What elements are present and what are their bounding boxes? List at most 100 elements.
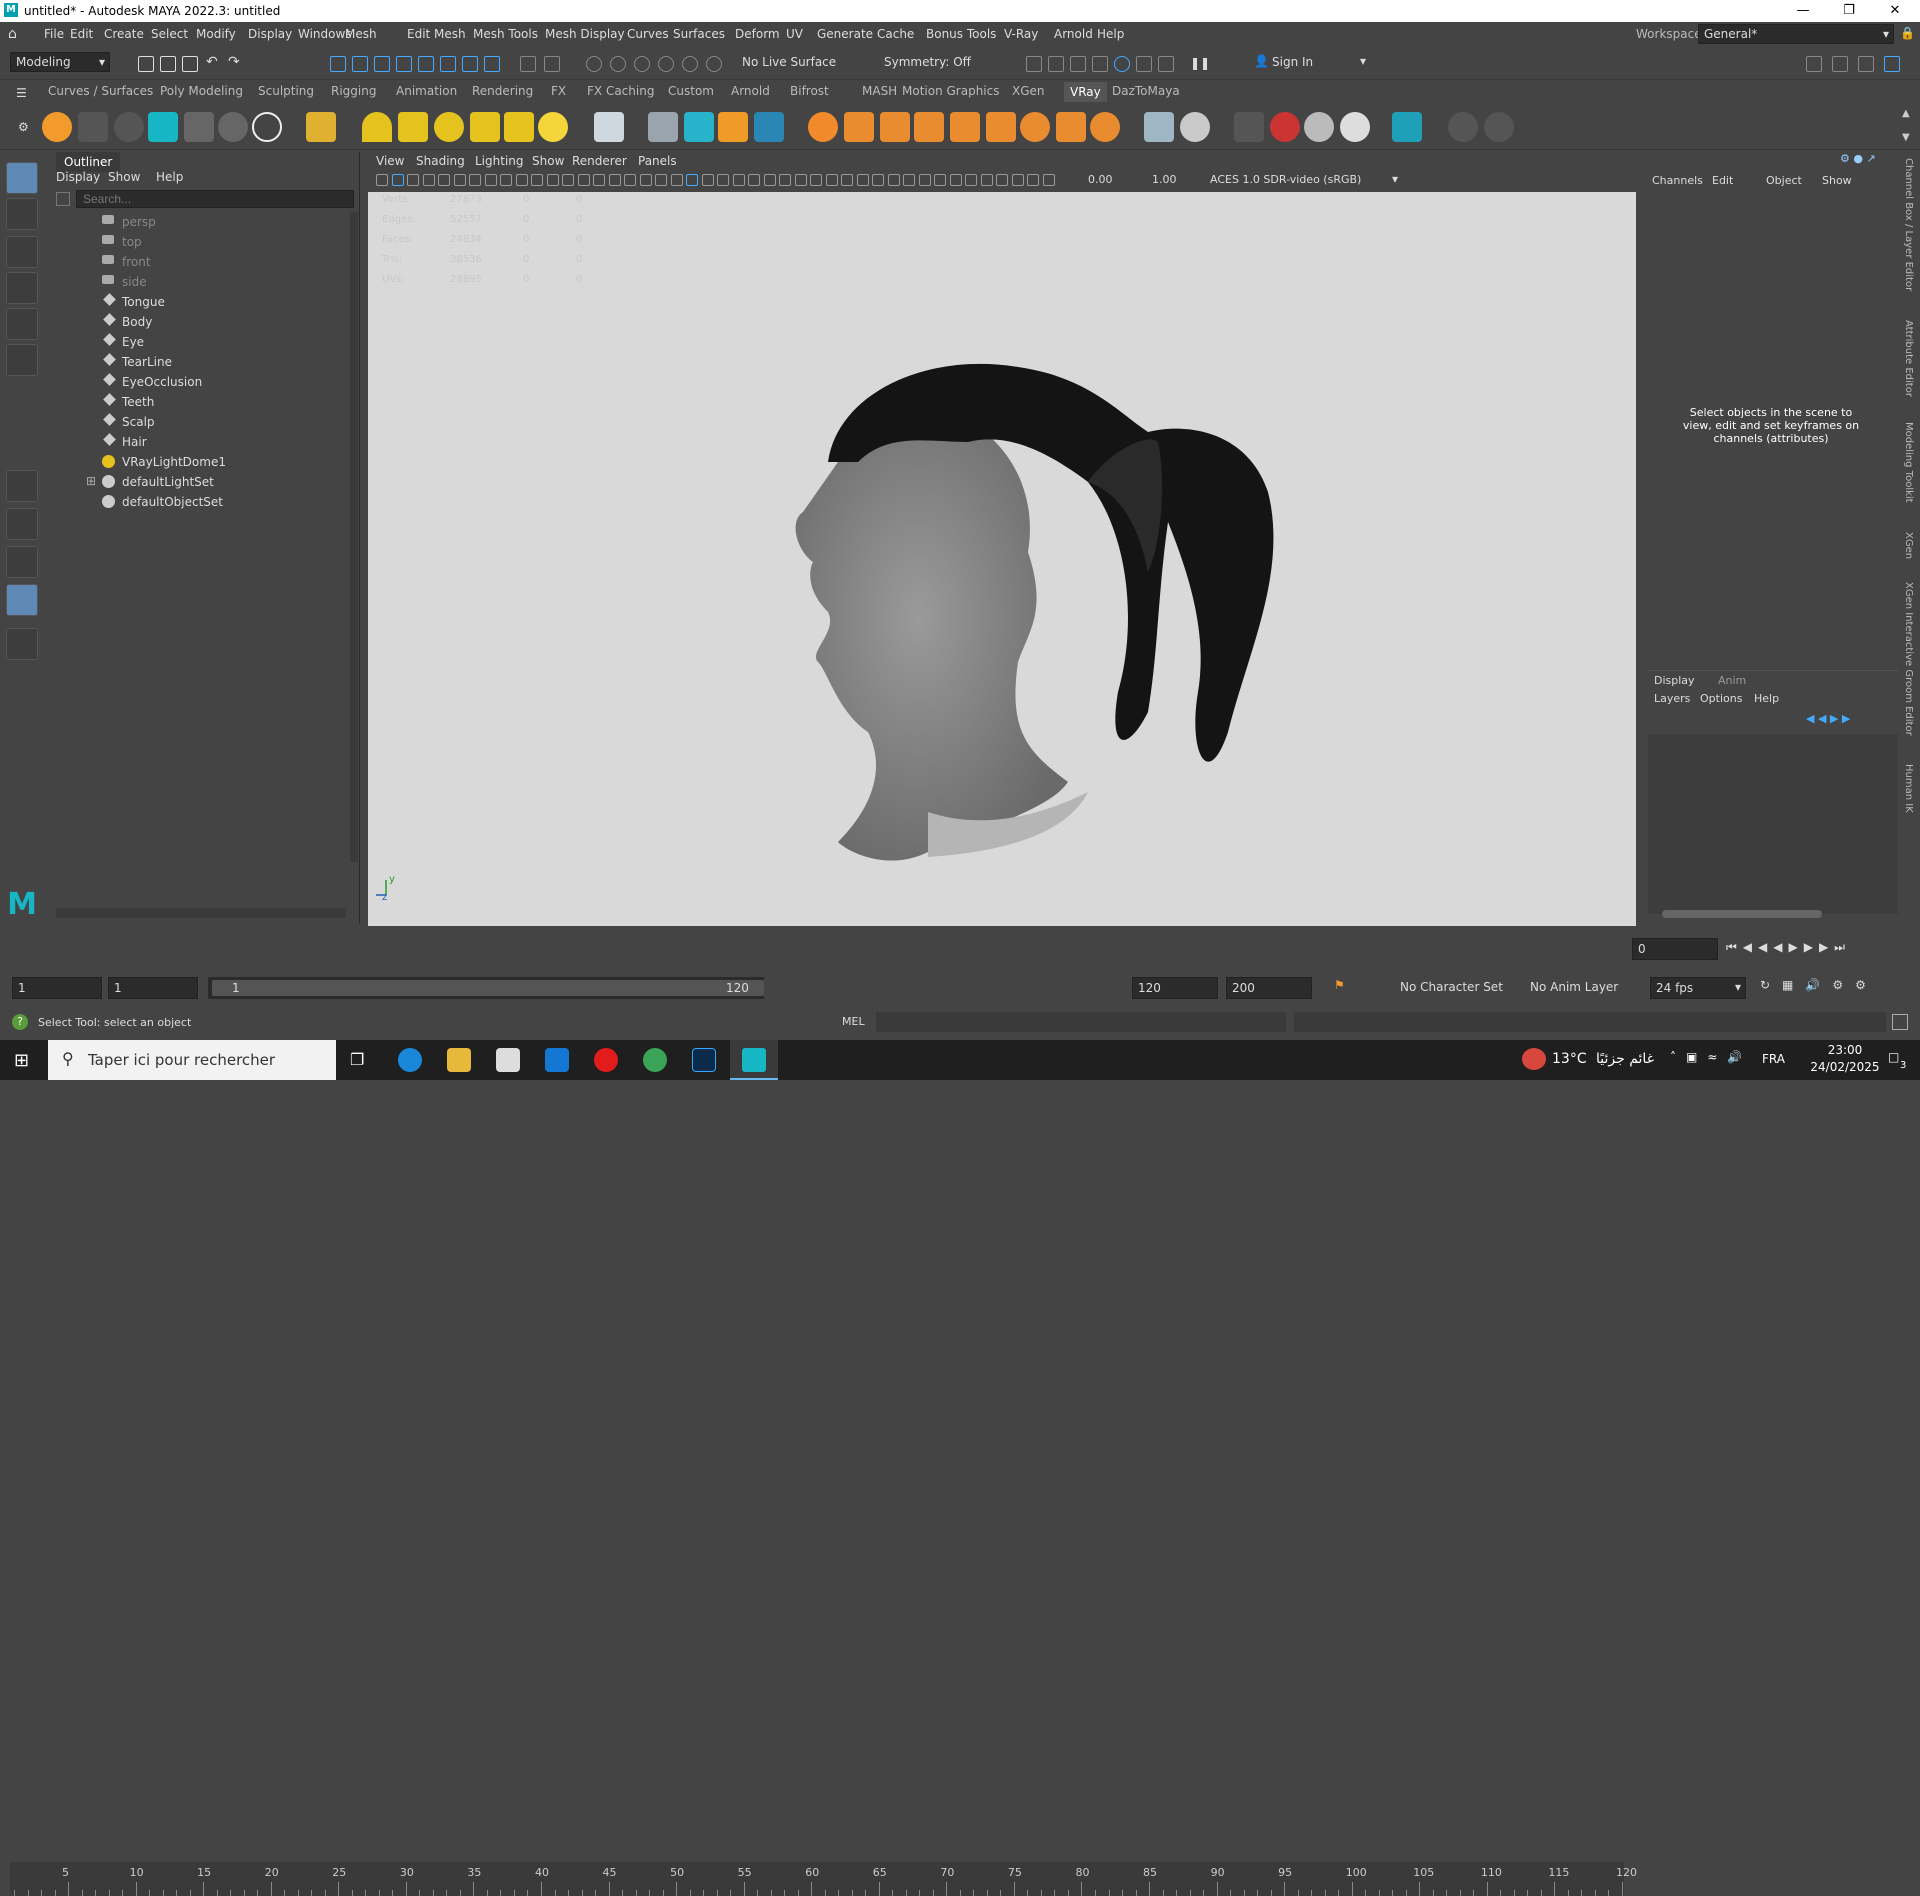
viewport-tool-icon[interactable]	[1027, 174, 1039, 186]
outliner-item[interactable]: Hair	[102, 432, 332, 452]
store-icon[interactable]	[496, 1048, 520, 1072]
viewport-menu-view[interactable]: View	[376, 154, 404, 168]
dome-light-icon[interactable]	[362, 112, 392, 142]
outliner-item[interactable]: Eye	[102, 332, 332, 352]
notification-icon[interactable]: □	[1888, 1050, 1899, 1064]
viewport-tool-icon[interactable]	[1042, 174, 1055, 186]
viewport-tool-icon[interactable]	[438, 174, 450, 186]
viewport-tool-icon[interactable]	[407, 174, 419, 186]
outliner-layout-icon[interactable]	[6, 584, 38, 616]
workspace-dropdown[interactable]: General* ▾	[1698, 24, 1894, 44]
viewport-tool-icon[interactable]	[655, 174, 667, 186]
viewport-tool-icon[interactable]	[949, 174, 962, 186]
shelf-tab-fx[interactable]: FX	[551, 84, 566, 98]
vray-cone-icon[interactable]	[1144, 112, 1174, 142]
aperture-icon[interactable]	[252, 112, 282, 142]
menu-set-dropdown[interactable]: Modeling ▾	[10, 52, 110, 72]
outliner-item[interactable]: front	[102, 252, 332, 272]
menu-bonus-tools[interactable]: Bonus Tools	[926, 27, 996, 41]
shelf-tab-curves-surfaces[interactable]: Curves / Surfaces	[48, 84, 153, 98]
shelf-tab-rigging[interactable]: Rigging	[331, 84, 376, 98]
ipr-render-icon[interactable]	[1070, 56, 1086, 72]
layer-tab-display[interactable]: Display	[1654, 674, 1695, 687]
layer-list[interactable]	[1648, 734, 1898, 914]
snap-to-grid-icon[interactable]	[396, 56, 412, 72]
arnold-icon[interactable]	[42, 112, 72, 142]
live-surface-label[interactable]: No Live Surface	[742, 55, 836, 69]
viewport-tool-icon[interactable]	[856, 174, 869, 186]
weather-description[interactable]: غائم جزئيًا	[1596, 1051, 1654, 1067]
edge-icon[interactable]	[398, 1048, 422, 1072]
anim-layer-dropdown[interactable]: No Anim Layer	[1530, 980, 1618, 994]
vray-resize-icon[interactable]	[1392, 112, 1422, 142]
render-view-icon[interactable]	[1092, 56, 1108, 72]
menu-mesh-tools[interactable]: Mesh Tools	[473, 27, 538, 41]
outliner-menu-display[interactable]: Display	[56, 170, 100, 184]
shelf-tab-animation[interactable]: Animation	[396, 84, 457, 98]
vray-proxy-icon[interactable]	[648, 112, 678, 142]
select-by-component-icon[interactable]	[374, 56, 390, 72]
opera-icon[interactable]	[594, 1048, 618, 1072]
viewport-tool-icon[interactable]	[469, 174, 481, 186]
viewport-tool-icon[interactable]	[748, 174, 760, 186]
viewport-tool-icon[interactable]	[484, 174, 497, 186]
minimize-button[interactable]: —	[1780, 0, 1826, 22]
vray-palette-icon[interactable]	[1340, 112, 1370, 142]
chrome-icon[interactable]	[643, 1048, 667, 1072]
head-icon[interactable]	[114, 112, 144, 142]
weather-icon[interactable]	[1522, 1048, 1546, 1070]
vray-cloud-icon[interactable]	[1180, 112, 1210, 142]
menu-generate[interactable]: Generate	[817, 27, 873, 41]
menu-file[interactable]: File	[44, 27, 64, 41]
viewport-tool-icon[interactable]	[624, 174, 636, 186]
help-icon[interactable]: ?	[12, 1014, 28, 1030]
outlook-icon[interactable]	[545, 1048, 569, 1072]
fps-dropdown[interactable]: 24 fps ▾	[1650, 977, 1746, 999]
render-sequence-icon[interactable]	[1048, 56, 1064, 72]
script-editor-icon[interactable]	[1892, 1014, 1908, 1030]
layer-tab-anim[interactable]: Anim	[1718, 674, 1746, 687]
playback-end-field[interactable]: 120	[1132, 977, 1218, 999]
shelf-menu-icon[interactable]: ☰	[16, 86, 27, 100]
clock-time[interactable]: 23:00	[1810, 1043, 1880, 1057]
outliner-item[interactable]: ⊞ defaultLightSet	[86, 472, 332, 492]
channel-box-menu-channels[interactable]: Channels	[1652, 174, 1703, 187]
outliner-item[interactable]: EyeOcclusion	[102, 372, 332, 392]
vray-power-icon[interactable]	[1448, 112, 1478, 142]
viewport-tool-icon[interactable]	[515, 174, 528, 186]
outliner-title[interactable]: Outliner	[56, 152, 121, 172]
vray-displacement-icon[interactable]	[880, 112, 910, 142]
menu-help[interactable]: Help	[1097, 27, 1124, 41]
anim-end-field[interactable]: 200	[1226, 977, 1312, 999]
tool-settings-toggle-icon[interactable]	[1858, 56, 1874, 72]
outliner-item[interactable]: TearLine	[102, 352, 332, 372]
sphere-light-icon[interactable]	[434, 112, 464, 142]
search-tool-icon[interactable]	[6, 628, 38, 660]
outliner-item[interactable]: side	[102, 272, 332, 292]
color-space-dropdown-icon[interactable]: ▾	[1392, 172, 1398, 186]
outliner-item[interactable]: Scalp	[102, 412, 332, 432]
viewport-tool-icon[interactable]	[453, 174, 466, 186]
mesh-light-icon[interactable]	[470, 112, 500, 142]
viewport-tool-icon[interactable]	[794, 174, 807, 186]
select-by-hierarchy-icon[interactable]	[330, 56, 346, 72]
channel-box-toolbar-icons[interactable]: ⚙ ● ↗	[1840, 152, 1876, 165]
menu-mesh[interactable]: Mesh	[345, 27, 377, 41]
shelf-tab-sculpting[interactable]: Sculpting	[258, 84, 314, 98]
anim-start-field[interactable]: 1	[12, 977, 102, 999]
layer-menu-layers[interactable]: Layers	[1654, 692, 1690, 705]
viewport-tool-icon[interactable]	[980, 174, 993, 186]
menu-deform[interactable]: Deform	[735, 27, 780, 41]
reflection-icon[interactable]	[610, 56, 626, 72]
shelf-scroll-up-icon[interactable]: ▲	[1902, 108, 1910, 119]
shelf-tab-motion-graphics[interactable]: Motion Graphics	[902, 84, 1000, 98]
outliner-item[interactable]: top	[102, 232, 332, 252]
playback-controls[interactable]: ⏮◀◀◀▶▶▶⏭	[1726, 940, 1851, 955]
tab-xgen[interactable]: XGen	[1903, 532, 1914, 559]
menu-uv[interactable]: UV	[786, 27, 803, 41]
viewport-menu-lighting[interactable]: Lighting	[475, 154, 524, 168]
task-view-icon[interactable]: ❐	[350, 1050, 364, 1069]
windows-start-icon[interactable]: ⊞	[14, 1050, 29, 1071]
shelf-tab-arnold[interactable]: Arnold	[731, 84, 770, 98]
snap-to-point-icon[interactable]	[440, 56, 456, 72]
